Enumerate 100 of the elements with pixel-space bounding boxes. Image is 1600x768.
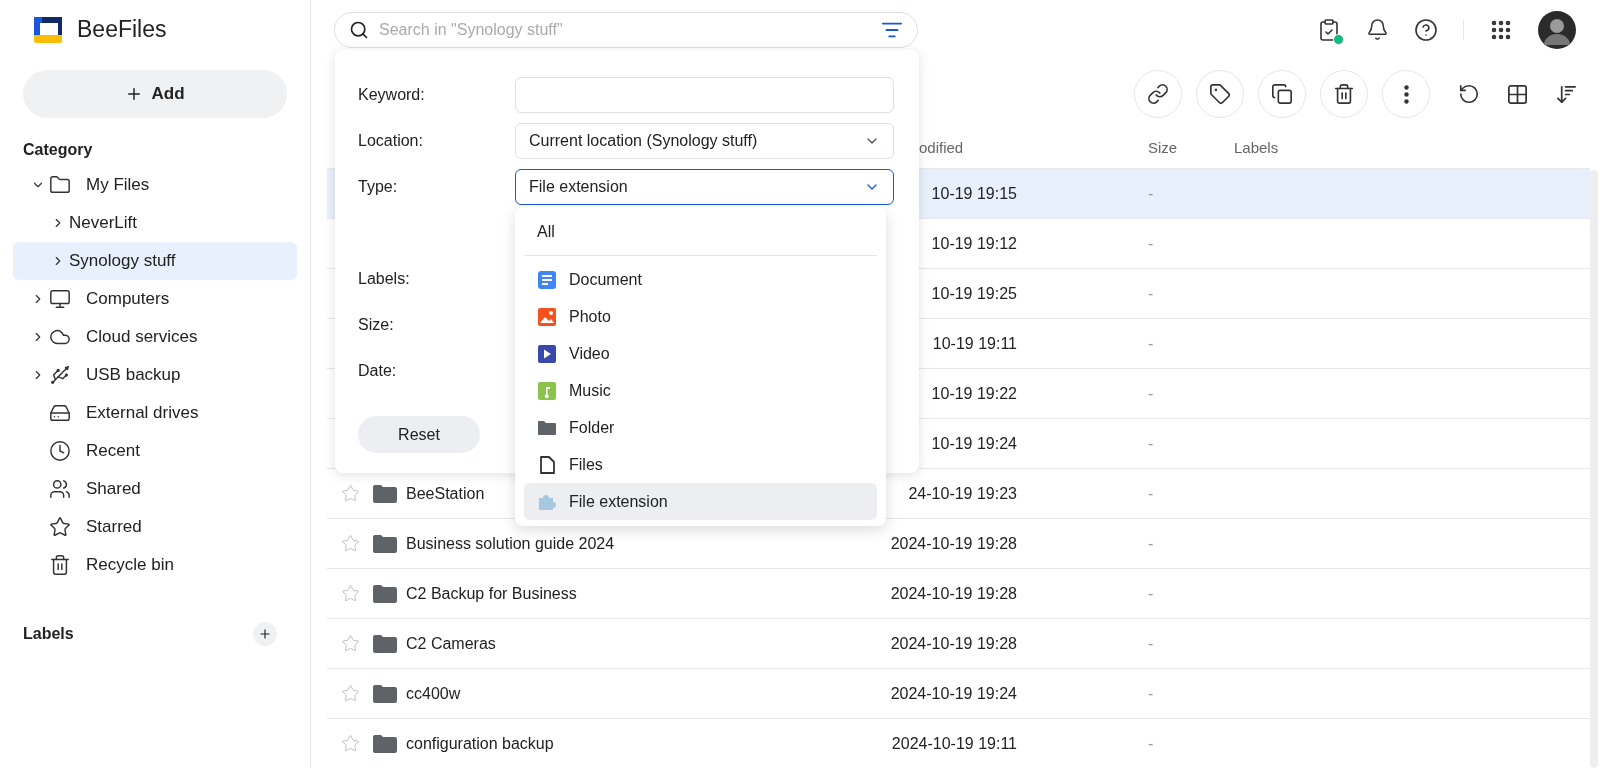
- modified-date: 10-19 19:22: [931, 383, 1017, 404]
- star-icon[interactable]: [341, 484, 360, 503]
- folder-icon: [373, 483, 397, 504]
- sidebar-item[interactable]: Recent: [13, 432, 297, 470]
- sidebar-item[interactable]: NeverLift: [13, 204, 297, 242]
- search-input[interactable]: Search in "Synology stuff": [379, 17, 871, 42]
- modified-date: 24-10-19 19:23: [908, 483, 1017, 504]
- file-icon: [537, 454, 557, 475]
- document-icon: [537, 269, 557, 290]
- people-icon: [49, 478, 71, 500]
- reset-button[interactable]: Reset: [358, 416, 480, 453]
- file-name: C2 Backup for Business: [406, 583, 577, 604]
- column-header[interactable]: Size: [1148, 137, 1234, 160]
- folder-icon: [373, 733, 397, 754]
- column-header[interactable]: Labels: [1234, 137, 1279, 160]
- table-row[interactable]: configuration backup 2024-10-19 19:11 -: [327, 718, 1590, 768]
- star-icon[interactable]: [341, 534, 360, 553]
- modified-date: 2024-10-19 19:24: [890, 683, 1017, 704]
- table-row[interactable]: C2 Cameras 2024-10-19 19:28 -: [327, 618, 1590, 668]
- sidebar-item[interactable]: Computers: [13, 280, 297, 318]
- sidebar-item[interactable]: Cloud services: [13, 318, 297, 356]
- add-button[interactable]: Add: [23, 70, 287, 118]
- section-heading: Labels: [23, 624, 74, 644]
- star-icon[interactable]: [341, 684, 360, 703]
- field-label: Keyword:: [358, 85, 426, 105]
- trash-icon: [49, 554, 71, 576]
- file-size: -: [1148, 183, 1154, 204]
- sidebar-item[interactable]: USB backup: [13, 356, 297, 394]
- file-name: cc400w: [406, 683, 461, 704]
- folder-icon: [373, 683, 397, 704]
- star-icon[interactable]: [341, 634, 360, 653]
- sidebar-item[interactable]: External drives: [13, 394, 297, 432]
- plus-icon: [258, 627, 272, 641]
- avatar[interactable]: [1538, 10, 1576, 49]
- dropdown-option[interactable]: File extension: [524, 483, 877, 520]
- file-name: Business solution guide 2024: [406, 533, 615, 554]
- field-label: Labels:: [358, 269, 411, 289]
- modified-date: 2024-10-19 19:28: [890, 583, 1017, 604]
- sidebar-item[interactable]: Starred: [13, 508, 297, 546]
- refresh-icon[interactable]: [1458, 83, 1480, 106]
- star-icon: [49, 516, 71, 538]
- file-size: -: [1148, 733, 1154, 754]
- link-icon: [1147, 83, 1169, 106]
- table-row[interactable]: C2 Backup for Business 2024-10-19 19:28 -: [327, 568, 1590, 618]
- file-size: -: [1148, 483, 1154, 504]
- monitor-icon: [49, 288, 71, 310]
- folder-icon: [373, 633, 397, 654]
- folder-icon: [373, 533, 397, 554]
- modified-date: 10-19 19:11: [932, 333, 1017, 354]
- folder-icon: [373, 583, 397, 604]
- add-label-button[interactable]: [253, 622, 277, 646]
- field-label: Type:: [358, 177, 399, 197]
- sidebar-item[interactable]: Shared: [13, 470, 297, 508]
- help-icon[interactable]: [1414, 17, 1438, 42]
- drive-icon: [49, 402, 71, 424]
- play-icon: [537, 343, 557, 364]
- file-size: -: [1148, 333, 1154, 354]
- file-size: -: [1148, 683, 1154, 704]
- modified-date: 2024-10-19 19:28: [890, 533, 1017, 554]
- modified-date: 10-19 19:24: [931, 433, 1017, 454]
- file-name: C2 Cameras: [406, 633, 496, 654]
- bell-icon[interactable]: [1366, 18, 1389, 42]
- modified-date: 10-19 19:12: [931, 233, 1017, 254]
- more-icon: [1403, 84, 1409, 104]
- modified-date: 10-19 19:15: [931, 183, 1017, 204]
- file-size: -: [1148, 433, 1154, 454]
- keyword-field[interactable]: [515, 77, 894, 113]
- modified-date: 10-19 19:25: [931, 283, 1017, 304]
- section-heading: Category: [23, 140, 94, 160]
- trash-icon: [1333, 83, 1355, 106]
- star-icon[interactable]: [341, 734, 360, 753]
- usb-icon: [49, 364, 71, 386]
- modified-date: 2024-10-19 19:11: [891, 733, 1017, 754]
- file-size: -: [1148, 583, 1154, 604]
- grid-view-icon[interactable]: [1506, 82, 1529, 106]
- field-label: Location:: [358, 131, 424, 151]
- clock-icon: [49, 440, 71, 462]
- file-size: -: [1148, 633, 1154, 654]
- sidebar-item[interactable]: My Files: [13, 166, 297, 204]
- clipboard-check-icon[interactable]: [1317, 17, 1341, 42]
- folder-icon: [49, 174, 71, 196]
- file-size: -: [1148, 533, 1154, 554]
- app-name: BeeFiles: [77, 14, 167, 44]
- search-icon: [349, 19, 369, 40]
- tag-icon: [1209, 83, 1231, 106]
- file-size: -: [1148, 283, 1154, 304]
- file-size: -: [1148, 233, 1154, 254]
- select-field[interactable]: File extension: [515, 169, 894, 205]
- table-row[interactable]: cc400w 2024-10-19 19:24 -: [327, 668, 1590, 718]
- sidebar-item[interactable]: Synology stuff: [13, 242, 297, 280]
- column-header[interactable]: odified: [919, 139, 964, 157]
- image-icon: [537, 306, 557, 327]
- music-note-icon: [537, 380, 557, 401]
- copy-icon: [1271, 83, 1293, 106]
- sidebar-item[interactable]: Recycle bin: [13, 546, 297, 584]
- star-icon[interactable]: [341, 584, 360, 603]
- field-label: Size:: [358, 315, 395, 335]
- file-size: -: [1148, 383, 1154, 404]
- file-name: BeeStation: [406, 483, 485, 504]
- select-field[interactable]: Current location (Synology stuff): [515, 123, 894, 159]
